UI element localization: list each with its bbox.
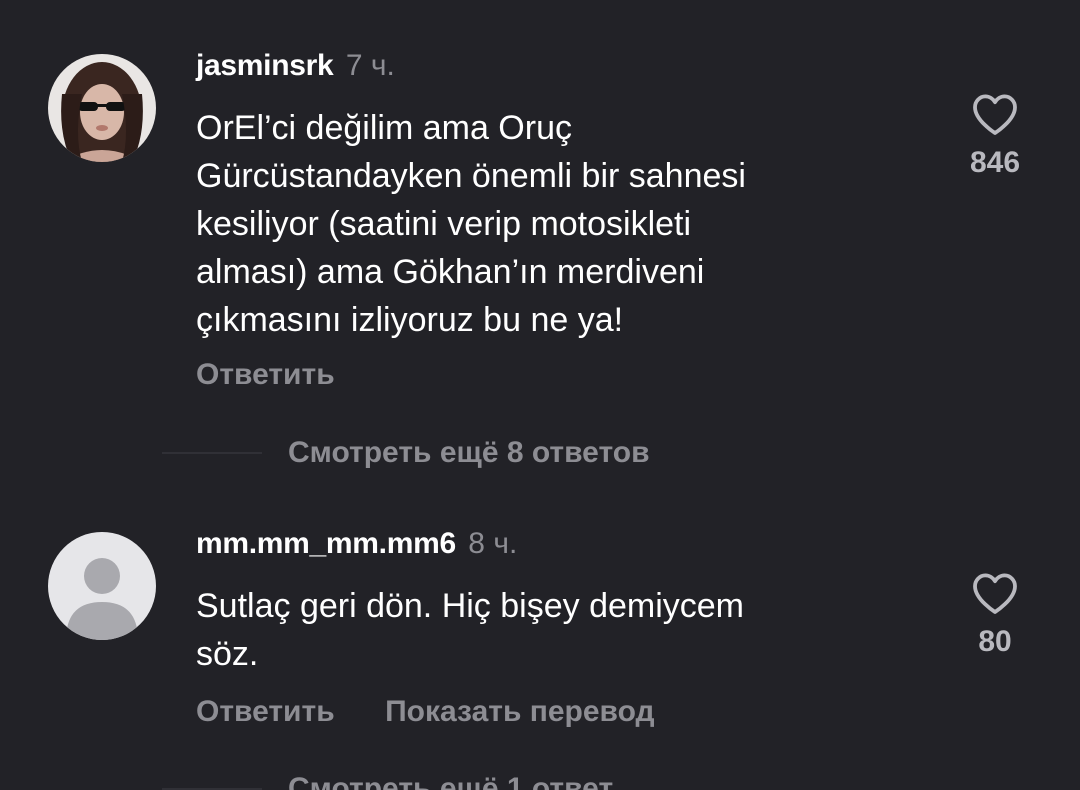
- view-replies-row[interactable]: Смотреть ещё 8 ответов: [162, 436, 650, 470]
- user-silhouette-icon: [48, 532, 156, 640]
- like-count: 846: [969, 146, 1021, 179]
- username[interactable]: mm.mm_mm.mm6: [196, 527, 456, 560]
- like-button[interactable]: 846: [940, 92, 1050, 180]
- avatar[interactable]: [48, 54, 156, 162]
- user-photo-icon: [48, 54, 156, 162]
- username[interactable]: jasminsrk: [196, 49, 334, 82]
- like-button[interactable]: 80: [940, 571, 1050, 659]
- comment-actions: Ответить: [196, 355, 381, 400]
- heart-outline-icon: [973, 94, 1017, 135]
- comment-text: Sutlaç geri dön. Hiç bişey demiycem söz.: [196, 587, 745, 673]
- view-replies-button[interactable]: Смотреть ещё 1 ответ: [288, 772, 613, 790]
- show-translation-button[interactable]: Показать перевод: [385, 692, 654, 732]
- comment-text: OrEl’ci değilim ama Oruç Gürcüstandayken…: [196, 109, 746, 339]
- timestamp: 7 ч.: [345, 49, 395, 82]
- reply-button[interactable]: Ответить: [196, 692, 335, 732]
- timestamp: 8 ч.: [468, 527, 518, 560]
- divider: [162, 452, 262, 454]
- comment-actions: Ответить Показать перевод: [196, 692, 701, 737]
- view-replies-button[interactable]: Смотреть ещё 8 ответов: [288, 436, 650, 470]
- reply-button[interactable]: Ответить: [196, 355, 335, 395]
- view-replies-row[interactable]: Смотреть ещё 1 ответ: [162, 772, 613, 790]
- comments-list: jasminsrk 7 ч. OrEl’ci değilim ama Oruç …: [0, 0, 1080, 790]
- heart-outline-icon: [973, 573, 1017, 614]
- comment-header: mm.mm_mm.mm6 8 ч.: [196, 526, 517, 567]
- avatar[interactable]: [48, 532, 156, 640]
- comment-header: jasminsrk 7 ч.: [196, 48, 395, 89]
- like-count: 80: [978, 625, 1012, 658]
